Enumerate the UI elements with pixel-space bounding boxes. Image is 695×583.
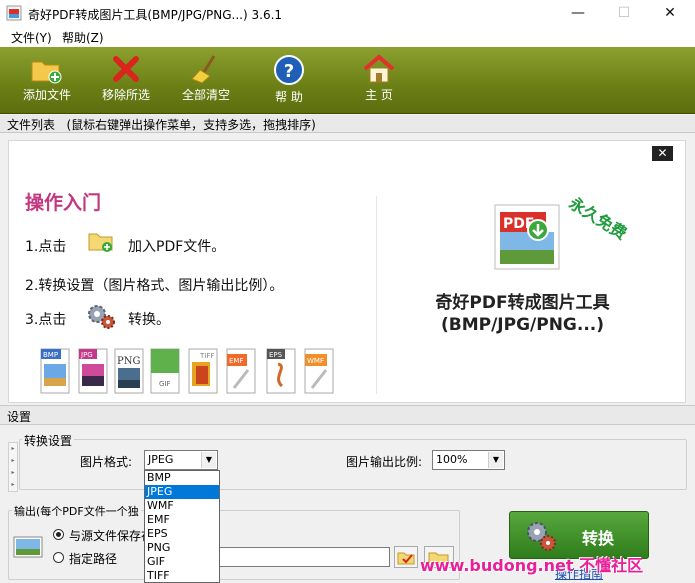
jpg-label: JPG bbox=[80, 351, 93, 359]
app-icon bbox=[6, 5, 22, 21]
add-file-button[interactable]: 添加文件 bbox=[8, 50, 86, 110]
product-name: 奇好PDF转成图片工具 (BMP/JPG/PNG...) bbox=[405, 292, 640, 336]
output-ratio-label: 图片输出比例: bbox=[346, 455, 423, 469]
menu-help[interactable]: 帮助(Z) bbox=[62, 29, 104, 46]
side-collapse-grip[interactable]: ▸ ▸ ▸ ▸ bbox=[8, 442, 18, 492]
home-icon bbox=[363, 54, 395, 83]
custom-path-label: 指定路径 bbox=[69, 552, 118, 566]
step3-suffix: 转换。 bbox=[128, 312, 170, 328]
format-option-png[interactable]: PNG bbox=[145, 541, 219, 555]
menu-bar bbox=[0, 27, 695, 47]
file-list-header: 文件列表 (鼠标右键弹出操作菜单，支持多选，拖拽排序) bbox=[0, 115, 695, 133]
remove-x-icon bbox=[113, 56, 139, 82]
emf-file-icon: EMF bbox=[226, 348, 256, 394]
broom-icon bbox=[191, 55, 216, 84]
remove-selected-label: 移除所选 bbox=[101, 88, 150, 102]
guide-title: 操作入门 bbox=[25, 192, 102, 214]
same-dir-radio[interactable] bbox=[53, 529, 64, 540]
product-name-line1: 奇好PDF转成图片工具 bbox=[435, 293, 610, 313]
pdf-to-image-logo: PDF bbox=[494, 204, 560, 273]
format-option-gif[interactable]: GIF bbox=[145, 555, 219, 569]
step1-suffix: 加入PDF文件。 bbox=[128, 239, 226, 255]
close-button[interactable]: ✕ bbox=[647, 0, 693, 27]
format-option-wmf[interactable]: WMF bbox=[145, 499, 219, 513]
conversion-settings-title: 转换设置 bbox=[22, 432, 75, 449]
help-button[interactable]: ? 帮 助 bbox=[250, 50, 328, 110]
clear-all-button[interactable]: 全部清空 bbox=[167, 50, 245, 110]
eps-file-icon: EPS bbox=[266, 348, 296, 394]
tiff-label: TIFF bbox=[199, 352, 214, 360]
format-option-eps[interactable]: EPS bbox=[145, 527, 219, 541]
convert-button-label: 转换 bbox=[582, 529, 615, 548]
format-option-emf[interactable]: EMF bbox=[145, 513, 219, 527]
home-label: 主 页 bbox=[365, 88, 393, 102]
emf-label: EMF bbox=[229, 357, 244, 365]
tiff-file-icon: TIFF bbox=[188, 348, 218, 394]
pick-path-button[interactable] bbox=[394, 546, 418, 568]
jpg-file-icon: JPG bbox=[78, 348, 108, 394]
minimize-button[interactable]: — bbox=[555, 0, 601, 27]
chevron-down-icon: ▼ bbox=[201, 452, 216, 468]
png-label: PNG bbox=[117, 356, 140, 367]
file-list-hint: (鼠标右键弹出操作菜单，支持多选，拖拽排序) bbox=[66, 118, 316, 132]
home-button[interactable]: 主 页 bbox=[340, 50, 418, 110]
menu-file[interactable]: 文件(Y) bbox=[11, 29, 52, 46]
custom-path-radio[interactable] bbox=[53, 552, 64, 563]
gears-icon bbox=[86, 302, 116, 333]
clear-all-label: 全部清空 bbox=[181, 88, 230, 102]
folder-check-icon bbox=[397, 552, 415, 565]
same-dir-label: 与源文件保存在 bbox=[69, 529, 154, 543]
image-format-label: 图片格式: bbox=[80, 455, 133, 469]
image-format-select[interactable]: JPEG ▼ bbox=[144, 450, 218, 470]
add-file-label: 添加文件 bbox=[22, 88, 71, 102]
step1-prefix: 1.点击 bbox=[25, 239, 67, 255]
output-path-input[interactable] bbox=[212, 547, 390, 567]
product-name-line2: (BMP/JPG/PNG...) bbox=[440, 315, 605, 335]
step3-prefix: 3.点击 bbox=[25, 312, 67, 328]
file-list-panel[interactable] bbox=[8, 140, 686, 403]
watermark-text: www.budong.net 不懂社区 bbox=[420, 556, 644, 575]
gif-file-icon: GIF bbox=[150, 348, 180, 394]
output-ratio-value: 100% bbox=[436, 453, 468, 466]
folder-add-icon bbox=[31, 61, 62, 84]
gears-icon bbox=[527, 522, 556, 551]
file-list-title: 文件列表 bbox=[7, 118, 56, 132]
png-file-icon: PNG bbox=[114, 348, 144, 394]
output-ratio-select[interactable]: 100% ▼ bbox=[432, 450, 505, 470]
maximize-button[interactable]: ☐ bbox=[601, 0, 647, 27]
bmp-label: BMP bbox=[43, 351, 58, 359]
guide-divider bbox=[376, 196, 377, 394]
question-icon: ? bbox=[274, 55, 304, 85]
image-folder-icon bbox=[13, 536, 43, 561]
window-title: 奇好PDF转成图片工具(BMP/JPG/PNG...) 3.6.1 bbox=[28, 8, 283, 22]
svg-text:?: ? bbox=[284, 61, 294, 82]
remove-selected-button[interactable]: 移除所选 bbox=[87, 50, 165, 110]
folder-add-icon bbox=[87, 228, 115, 257]
eps-label: EPS bbox=[269, 351, 283, 359]
gif-label: GIF bbox=[159, 380, 171, 388]
settings-header: 设置 bbox=[0, 405, 695, 425]
wmf-file-icon: WMF bbox=[304, 348, 334, 394]
format-option-jpeg[interactable]: JPEG bbox=[145, 485, 219, 499]
image-format-value: JPEG bbox=[148, 453, 174, 466]
format-option-tiff[interactable]: TIFF bbox=[145, 569, 219, 583]
format-option-bmp[interactable]: BMP bbox=[145, 471, 219, 485]
chevron-down-icon: ▼ bbox=[488, 452, 503, 468]
output-group-title: 输出(每个PDF文件一个独 bbox=[12, 503, 141, 519]
wmf-label: WMF bbox=[307, 357, 324, 365]
image-format-dropdown[interactable]: BMP JPEG WMF EMF EPS PNG GIF TIFF bbox=[144, 470, 220, 583]
bmp-file-icon: BMP bbox=[40, 348, 70, 394]
help-label: 帮 助 bbox=[275, 90, 303, 104]
guide-close-button[interactable]: ✕ bbox=[652, 146, 673, 161]
output-group bbox=[8, 510, 460, 580]
step2-text: 2.转换设置（图片格式、图片输出比例）。 bbox=[25, 278, 284, 294]
